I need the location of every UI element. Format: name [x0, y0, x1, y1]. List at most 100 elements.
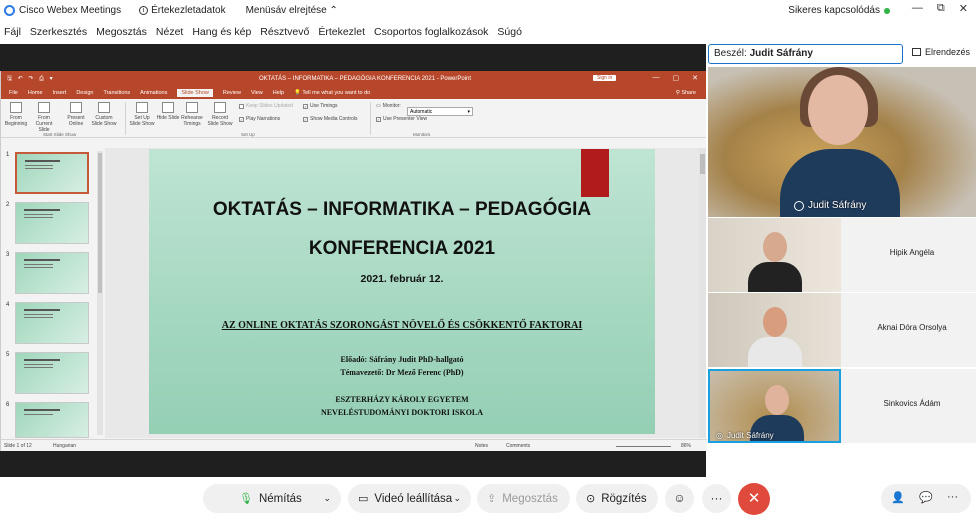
keep-updated-checkbox[interactable]: Keep Slides Updated — [239, 103, 293, 109]
tab-design[interactable]: Design — [76, 90, 93, 96]
layout-label: Elrendezés — [925, 47, 971, 57]
tab-transitions[interactable]: Transitions — [103, 90, 130, 96]
menu-breakout[interactable]: Csoportos foglalkozások — [374, 26, 488, 38]
hide-slide-label: Hide Slide — [156, 115, 180, 121]
participant-tile[interactable]: Hipik Angéla — [708, 218, 976, 292]
slide-thumbnail[interactable] — [15, 352, 89, 394]
sign-in-button[interactable]: Sign in — [593, 75, 617, 81]
more-panels-icon[interactable]: ··· — [947, 491, 958, 503]
ppt-status-bar: Slide 1 of 12 Hungarian Notes Comments 8… — [1, 439, 707, 451]
slide-thumbnail[interactable] — [15, 152, 89, 194]
tab-review[interactable]: Review — [223, 90, 241, 96]
thumbnail-scrollbar[interactable] — [97, 151, 103, 435]
restore-button[interactable]: ⧉ — [937, 2, 945, 15]
from-beginning-button[interactable]: From Beginning — [3, 102, 29, 127]
close-window-button[interactable]: ✕ — [959, 2, 968, 15]
ppt-minimize-button[interactable]: — — [653, 74, 660, 82]
tab-view[interactable]: View — [251, 90, 263, 96]
slide-thumbnail[interactable] — [15, 302, 89, 344]
comments-button[interactable]: Comments — [506, 443, 530, 449]
menu-meeting[interactable]: Értekezlet — [318, 26, 365, 38]
monitor-select[interactable]: Automatic ▾ — [407, 107, 473, 116]
tab-slide-show[interactable]: Slide Show — [177, 89, 213, 97]
stop-video-button[interactable]: ▭ Videó leállítása ⌄ — [348, 484, 471, 513]
meeting-info-button[interactable]: i Értekezletadatok — [139, 5, 226, 16]
slide-title-line1: OKTATÁS – INFORMATIKA – PEDAGÓGIA — [212, 199, 592, 220]
chevron-down-icon: ▾ — [467, 109, 470, 115]
record-show-button[interactable]: Record Slide Show — [207, 102, 233, 127]
slide-scrollbar[interactable] — [699, 148, 706, 438]
main-speaker-video[interactable]: Judit Sáfrány — [708, 67, 976, 217]
person-icon: ⚲ — [675, 90, 680, 96]
participant-tile[interactable]: ◎ Judit Sáfrány Sinkovics Ádám — [708, 369, 976, 443]
presenter-view-checkbox[interactable]: ✓ Use Presenter View — [376, 116, 427, 122]
slide-topic: AZ ONLINE OKTATÁS SZORONGÁST NÖVELŐ ÉS C… — [221, 320, 583, 331]
participant-name: Aknai Dóra Orsolya — [877, 323, 947, 332]
participant-video — [708, 293, 841, 367]
zoom-slider[interactable] — [616, 446, 671, 447]
ppt-document-title: OKTATÁS – INFORMATIKA – PEDAGÓGIA KONFER… — [259, 76, 472, 82]
group-setup-label: Set Up — [241, 132, 255, 137]
menu-file[interactable]: Fájl — [4, 26, 21, 38]
minimize-button[interactable]: — — [912, 2, 923, 15]
monitor-label-row: ▭ Monitor: — [376, 103, 401, 109]
menu-help[interactable]: Súgó — [497, 26, 522, 38]
mute-button[interactable]: 🎙 Némítás ⌄ — [203, 484, 341, 513]
from-current-button[interactable]: From Current Slide — [31, 102, 57, 133]
menu-edit[interactable]: Szerkesztés — [30, 26, 87, 38]
layout-button[interactable]: Elrendezés — [912, 47, 970, 57]
ppt-title-bar: 🖫 ↶ ↷ ⎙ ▾ OKTATÁS – INFORMATIKA – PEDAGÓ… — [1, 71, 706, 87]
hide-slide-button[interactable]: Hide Slide — [155, 102, 181, 121]
record-button[interactable]: ⊙ Rögzítés — [576, 484, 658, 513]
chat-icon[interactable]: 💬 — [919, 491, 933, 504]
use-timings-checkbox[interactable]: ✓ Use Timings — [303, 103, 338, 109]
present-online-button[interactable]: Present Online — [63, 102, 89, 127]
slide-thumbnail[interactable] — [15, 252, 89, 294]
share-bottom-band — [0, 451, 706, 477]
set-up-show-button[interactable]: Set Up Slide Show — [129, 102, 155, 127]
zoom-level[interactable]: 86% — [681, 443, 691, 449]
menu-view[interactable]: Nézet — [156, 26, 183, 38]
tell-me-search[interactable]: 💡 Tell me what you want to do — [294, 90, 370, 96]
tab-help[interactable]: Help — [273, 90, 284, 96]
tab-insert[interactable]: Insert — [53, 90, 67, 96]
language-indicator[interactable]: Hungarian — [53, 443, 76, 449]
ppt-maximize-button[interactable]: ▢ — [673, 74, 680, 82]
more-options-button[interactable]: ··· — [702, 484, 731, 513]
hide-menubar-label: Menüsáv elrejtése — [245, 5, 327, 16]
reactions-button[interactable]: ☺ — [665, 484, 694, 513]
participant-tile[interactable]: Aknai Dóra Orsolya — [708, 293, 976, 367]
thumb-number: 6 — [6, 402, 10, 408]
camera-icon: ▭ — [358, 493, 369, 505]
chevron-down-icon[interactable]: ⌄ — [453, 493, 461, 504]
share-button[interactable]: ⇪ Megosztás — [477, 484, 570, 513]
play-narrations-checkbox[interactable]: ✓ Play Narrations — [239, 116, 280, 122]
tab-home[interactable]: Home — [28, 90, 43, 96]
ppt-share-button[interactable]: ⚲ Share — [676, 90, 696, 96]
participant-video — [708, 218, 841, 292]
panel-buttons-group: 👤 💬 ··· — [881, 484, 971, 513]
end-meeting-button[interactable]: ✕ — [738, 483, 770, 515]
ppt-close-button[interactable]: ✕ — [692, 74, 698, 82]
slideshow-start-icon — [10, 102, 22, 113]
tab-file[interactable]: File — [9, 90, 18, 96]
participants-icon[interactable]: 👤 — [891, 491, 905, 504]
slide-thumbnail[interactable] — [15, 402, 89, 438]
custom-show-button[interactable]: Custom Slide Show — [91, 102, 117, 127]
rehearse-button[interactable]: Rehearse Timings — [179, 102, 205, 127]
hide-menubar-button[interactable]: Menüsáv elrejtése ⌃ — [246, 5, 338, 16]
menu-audio-video[interactable]: Hang és kép — [192, 26, 251, 38]
menu-participant[interactable]: Résztvevő — [260, 26, 309, 38]
app-name: Cisco Webex Meetings — [19, 5, 122, 16]
chevron-down-icon[interactable]: ⌄ — [323, 493, 331, 504]
scroll-thumb[interactable] — [98, 153, 102, 293]
participant-video: ◎ Judit Sáfrány — [708, 369, 841, 443]
scroll-thumb[interactable] — [700, 154, 705, 174]
menu-share[interactable]: Megosztás — [96, 26, 147, 38]
quick-access-toolbar[interactable]: 🖫 ↶ ↷ ⎙ ▾ — [7, 74, 55, 84]
slide-thumbnail[interactable] — [15, 202, 89, 244]
title-bar: Cisco Webex Meetings i Értekezletadatok … — [0, 0, 976, 21]
tab-animations[interactable]: Animations — [140, 90, 167, 96]
notes-button[interactable]: Notes — [475, 443, 488, 449]
show-media-checkbox[interactable]: ✓ Show Media Controls — [303, 116, 358, 122]
